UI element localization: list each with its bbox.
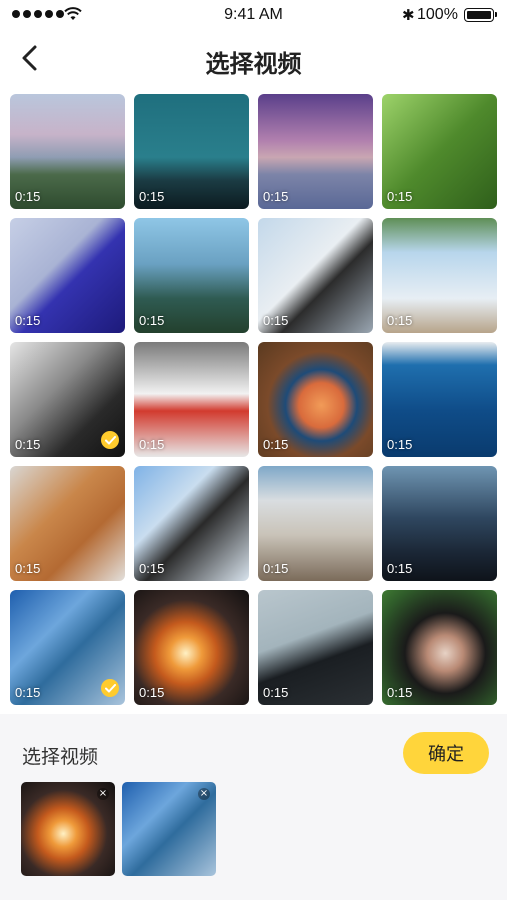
video-thumbnail[interactable]: 0:15 xyxy=(258,466,373,581)
video-thumbnail-selected[interactable]: 0:15 xyxy=(10,342,125,457)
video-thumbnail[interactable]: 0:15 xyxy=(258,342,373,457)
video-thumbnail[interactable]: 0:15 xyxy=(382,94,497,209)
video-duration: 0:15 xyxy=(263,685,289,700)
video-duration: 0:15 xyxy=(387,313,413,328)
selected-video-thumbnail[interactable]: × xyxy=(122,782,216,876)
video-thumbnail[interactable]: 0:15 xyxy=(10,94,125,209)
status-bar: 9:41 AM ✱ 100% xyxy=(0,0,507,32)
page-title: 选择视频 xyxy=(205,50,302,78)
video-thumbnail[interactable]: 0:15 xyxy=(134,218,249,333)
video-duration: 0:15 xyxy=(263,437,289,452)
video-thumbnail[interactable]: 0:15 xyxy=(382,218,497,333)
video-duration: 0:15 xyxy=(15,189,41,204)
confirm-button[interactable]: 确定 xyxy=(403,732,489,774)
video-thumbnail[interactable]: 0:15 xyxy=(10,218,125,333)
video-thumbnail[interactable]: 0:15 xyxy=(258,590,373,705)
video-duration: 0:15 xyxy=(15,313,41,328)
video-duration: 0:15 xyxy=(15,685,41,700)
checkmark-icon xyxy=(101,431,119,449)
navigation-bar: 选择视频 xyxy=(0,36,507,80)
video-thumbnail[interactable]: 0:15 xyxy=(134,466,249,581)
video-thumbnail[interactable]: 0:15 xyxy=(382,342,497,457)
video-duration: 0:15 xyxy=(139,561,165,576)
video-duration: 0:15 xyxy=(15,561,41,576)
video-duration: 0:15 xyxy=(263,561,289,576)
video-duration: 0:15 xyxy=(139,437,165,452)
selection-panel-title: 选择视频 xyxy=(22,746,99,768)
video-thumbnail[interactable]: 0:15 xyxy=(10,466,125,581)
video-duration: 0:15 xyxy=(139,313,165,328)
video-thumbnail[interactable]: 0:15 xyxy=(382,590,497,705)
video-duration: 0:15 xyxy=(387,189,413,204)
video-duration: 0:15 xyxy=(387,685,413,700)
video-duration: 0:15 xyxy=(263,189,289,204)
battery-percentage: 100% xyxy=(417,6,458,23)
battery-icon xyxy=(464,8,497,22)
video-thumbnail[interactable]: 0:15 xyxy=(134,590,249,705)
video-grid: 0:15 0:15 0:15 0:15 0:15 0:15 0:15 0:15 … xyxy=(10,94,500,705)
video-thumbnail-selected[interactable]: 0:15 xyxy=(10,590,125,705)
video-duration: 0:15 xyxy=(15,437,41,452)
video-duration: 0:15 xyxy=(387,437,413,452)
video-duration: 0:15 xyxy=(139,189,165,204)
video-duration: 0:15 xyxy=(263,313,289,328)
video-thumbnail[interactable]: 0:15 xyxy=(258,94,373,209)
video-thumbnail[interactable]: 0:15 xyxy=(134,94,249,209)
selection-panel: 选择视频 确定 × × xyxy=(0,714,507,900)
remove-icon[interactable]: × xyxy=(97,788,109,800)
video-thumbnail[interactable]: 0:15 xyxy=(258,218,373,333)
bluetooth-icon: ✱ xyxy=(402,6,415,24)
video-thumbnail[interactable]: 0:15 xyxy=(382,466,497,581)
video-thumbnail[interactable]: 0:15 xyxy=(134,342,249,457)
selected-video-thumbnail[interactable]: × xyxy=(21,782,115,876)
checkmark-icon xyxy=(101,679,119,697)
video-duration: 0:15 xyxy=(387,561,413,576)
video-duration: 0:15 xyxy=(139,685,165,700)
remove-icon[interactable]: × xyxy=(198,788,210,800)
